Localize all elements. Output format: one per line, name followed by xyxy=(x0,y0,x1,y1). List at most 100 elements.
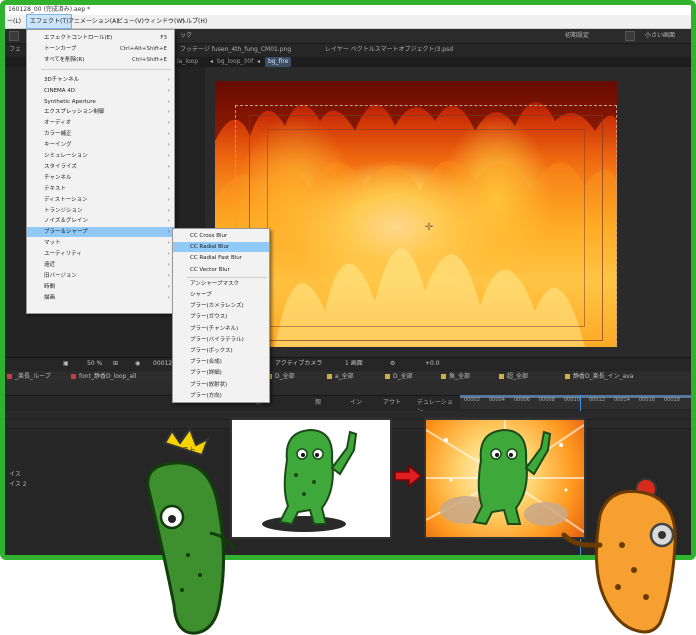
arrow-right-icon xyxy=(394,464,423,488)
submenu-item[interactable]: ブラー(放射状) xyxy=(173,380,269,390)
menu-item-label: トーンカーブ xyxy=(44,45,77,52)
submenu-item-label: ブラー(ガウス) xyxy=(190,314,228,321)
submenu-item[interactable]: ブラー(チャンネル) xyxy=(173,324,269,334)
workspace-small[interactable]: 小さい画面 xyxy=(645,31,675,41)
menu-view[interactable]: ビュー(V) xyxy=(117,15,144,28)
tab-comp-5[interactable]: D_全部 xyxy=(385,372,413,382)
selection-tool-icon[interactable] xyxy=(9,31,19,41)
submenu-item[interactable]: シャープ xyxy=(173,290,269,300)
menu-item-label: 遠近 xyxy=(44,262,56,268)
menu-item[interactable]: 遠近 › xyxy=(27,260,174,270)
submenu-item[interactable]: ブラー(ボックス) xyxy=(173,346,269,356)
menu-item-label: マット xyxy=(44,240,61,247)
submenu-item[interactable]: ブラー(カメラレンズ) xyxy=(173,301,269,311)
submenu-item[interactable]: アンシャープマスク xyxy=(173,279,269,289)
submenu-item-label: ブラー(詳細) xyxy=(190,370,222,377)
submenu-item[interactable]: CC Radial Blur xyxy=(173,242,269,253)
menu-item-label: キーイング xyxy=(44,142,72,149)
submenu-item[interactable]: CC Cross Blur xyxy=(173,231,269,241)
menu-item[interactable]: オーディオ › xyxy=(27,118,174,128)
menu-item[interactable]: カラー補正 › xyxy=(27,129,174,139)
tab-project[interactable]: フェ xyxy=(9,45,21,55)
menu-item[interactable]: Synthetic Aperture › xyxy=(27,97,174,107)
camera-select[interactable]: アクティブカメラ xyxy=(275,359,322,369)
submenu-arrow-icon: › xyxy=(167,294,170,301)
menu-item[interactable]: 描画 › xyxy=(27,293,174,303)
flow-item-bg-fire[interactable]: bg_fire xyxy=(265,57,292,67)
guides-icon[interactable]: ⊞ xyxy=(113,359,118,369)
tab-comp-7[interactable]: 超_全部 xyxy=(499,372,528,382)
submenu-item[interactable]: ブラー(バイラテラル) xyxy=(173,335,269,345)
timeline-tabs: _楽長_ループ font_静香D_loop_all D_全部 a_全部 D_全部… xyxy=(5,371,691,383)
submenu-item[interactable]: ブラー(方向) xyxy=(173,391,269,401)
tab-layer[interactable]: レイヤー ベクトルスマートオブジェクト/3.psd xyxy=(325,45,453,55)
workspace-icon[interactable] xyxy=(625,31,635,41)
menu-item[interactable]: トーンカーブ Ctrl+Alt+Shift+E xyxy=(27,44,174,54)
ruler-tick: 00018 xyxy=(664,397,680,403)
submenu-item[interactable]: ブラー(詳細) xyxy=(173,368,269,378)
menu-item[interactable]: チャンネル › xyxy=(27,173,174,183)
zoom-level[interactable]: 50 % xyxy=(87,359,102,369)
menu-item[interactable]: スタイライズ › xyxy=(27,162,174,172)
col-out: アウト xyxy=(383,399,402,406)
time-ruler[interactable]: 00002 00004 00006 00008 00010 00012 0001… xyxy=(460,395,691,555)
menu-bar: ー(L) エフェクト(T) アニメーション(A) ビュー(V) ウィンドウ(W)… xyxy=(5,14,691,29)
submenu-item[interactable]: ブラー(ガウス) xyxy=(173,312,269,322)
exposure-value[interactable]: +0.0 xyxy=(425,359,440,369)
menu-item[interactable]: エクスプレッション制御 › xyxy=(27,107,174,117)
submenu-item[interactable]: ブラー(合成) xyxy=(173,357,269,367)
tab-label: 超_全部 xyxy=(507,373,529,380)
submenu-arrow-icon: › xyxy=(167,251,170,258)
submenu-item[interactable]: CC Radial Fast Blur xyxy=(173,253,269,263)
tab-label: a_全部 xyxy=(335,373,354,380)
menu-item-label: 旧バージョン xyxy=(44,272,77,279)
flow-item-bg-loop[interactable]: bg_loop_30f xyxy=(217,57,253,67)
menu-item-label: 3Dチャンネル xyxy=(44,76,80,83)
workspace-default[interactable]: 初期設定 xyxy=(565,31,589,41)
menu-item[interactable]: ブラー＆シャープ › xyxy=(27,227,174,238)
menu-item[interactable]: ディストーション › xyxy=(27,195,174,205)
menu-layer[interactable]: ー(L) xyxy=(7,15,21,28)
submenu-arrow-icon: › xyxy=(167,120,170,127)
menu-item[interactable]: エフェクトコントロール(E) F3 xyxy=(27,33,174,43)
tab-footage[interactable]: フッテージ fusen_4th_fung_CM01.png xyxy=(180,45,291,55)
menu-item[interactable]: ユーティリティ › xyxy=(27,249,174,259)
menu-item[interactable]: テキスト › xyxy=(27,184,174,194)
anchor-point-icon[interactable]: ✛ xyxy=(423,222,435,234)
menu-item[interactable]: ノイズ＆グレイン › xyxy=(27,216,174,226)
camera-snapshot-icon[interactable]: ◉ xyxy=(135,359,140,369)
tab-comp-4[interactable]: a_全部 xyxy=(327,372,354,382)
flow-item-la-loop[interactable]: la_loop xyxy=(177,57,198,67)
menu-item[interactable]: CINEMA 4D › xyxy=(27,86,174,96)
menu-item[interactable]: マット › xyxy=(27,238,174,248)
menu-help[interactable]: ヘルプ(H) xyxy=(180,15,207,28)
tab-comp-6[interactable]: 魚_全部 xyxy=(441,372,470,382)
menu-item[interactable]: シミュレーション › xyxy=(27,151,174,161)
submenu-arrow-icon: › xyxy=(167,142,170,149)
menu-window[interactable]: ウィンドウ(W) xyxy=(144,15,185,28)
current-frame[interactable]: 00012 xyxy=(153,359,172,369)
tab-comp-2[interactable]: font_静香D_loop_all xyxy=(71,372,136,382)
menu-item-label: トランジション xyxy=(44,207,83,214)
menu-effect[interactable]: エフェクト(T) xyxy=(25,14,73,29)
tab-comp-1[interactable]: _楽長_ループ xyxy=(7,372,51,382)
submenu-item-label: シャープ xyxy=(190,292,212,298)
tab-comp-3[interactable]: D_全部 xyxy=(267,372,295,382)
menu-animation[interactable]: アニメーション(A) xyxy=(68,15,119,28)
menu-item[interactable]: 3Dチャンネル › xyxy=(27,75,174,85)
viewer-controls: ▣ 50 % ⊞ ◉ 00012 アクティブカメラ 1 画面 ⚙ +0.0 xyxy=(5,357,691,370)
fast-preview-icon[interactable]: ⚙ xyxy=(390,359,395,369)
view-layout-select[interactable]: 1 画面 xyxy=(345,359,363,369)
menu-item[interactable]: 時間 › xyxy=(27,282,174,292)
tab-comp-8[interactable]: 静香D_楽長_イン_ava xyxy=(565,372,634,382)
menu-item[interactable]: トランジション › xyxy=(27,206,174,216)
menu-item[interactable]: 旧バージョン › xyxy=(27,271,174,281)
grid-toggle-icon[interactable]: ▣ xyxy=(63,359,69,369)
menu-item-shortcut: F3 xyxy=(160,35,167,41)
submenu-item[interactable]: CC Vector Blur xyxy=(173,265,269,275)
composition-viewer[interactable]: ✛ xyxy=(205,67,691,357)
menu-item[interactable]: すべてを削除(R) Ctrl+Shift+E xyxy=(27,55,174,65)
submenu-arrow-icon: › xyxy=(167,109,170,116)
submenu-item-label: ブラー(放射状) xyxy=(190,381,228,388)
menu-item[interactable]: キーイング › xyxy=(27,140,174,150)
